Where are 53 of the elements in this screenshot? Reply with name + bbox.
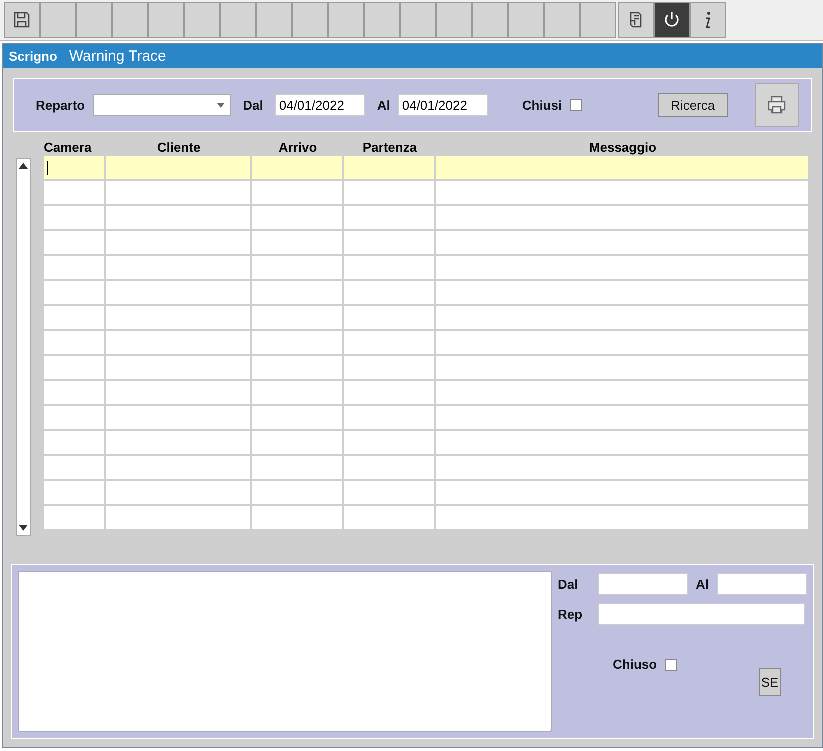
field-label: Rep [558, 606, 584, 622]
date-field[interactable] [717, 573, 807, 595]
toolbar-button[interactable] [184, 2, 220, 38]
scrollbar[interactable] [16, 158, 31, 536]
toolbar-button[interactable] [472, 2, 508, 38]
caret-icon [217, 103, 226, 108]
toolbar-button[interactable] [364, 2, 400, 38]
checkbox[interactable] [570, 99, 582, 111]
printer-icon [767, 96, 788, 114]
arrow-up-icon [19, 163, 28, 169]
print-button[interactable] [755, 83, 800, 127]
document-button[interactable] [618, 2, 654, 38]
toolbar-button[interactable] [436, 2, 472, 38]
power-icon [663, 11, 681, 29]
field-label: Reparto [36, 98, 86, 112]
toolbar-button[interactable] [112, 2, 148, 38]
text-cursor [47, 161, 48, 175]
info-icon [704, 12, 712, 28]
window-title: Warning Trace [69, 48, 166, 64]
reparto-field[interactable] [598, 603, 805, 625]
date-field[interactable] [598, 573, 688, 595]
field-label: Al [377, 98, 390, 112]
column-header: Partenza [362, 140, 418, 154]
date-field[interactable]: 04/01/2022 [398, 94, 488, 116]
brand-logo: Scrigno [9, 48, 58, 64]
message-text-area[interactable] [18, 571, 552, 732]
power-button[interactable] [654, 2, 690, 38]
toolbar-button[interactable] [508, 2, 544, 38]
field-label: Chiuso [613, 657, 658, 672]
toolbar-button[interactable] [544, 2, 580, 38]
save-icon [13, 11, 31, 29]
field-label: Dal [558, 576, 580, 592]
column-header: Cliente [156, 140, 202, 154]
save-button[interactable] [4, 2, 40, 38]
column-header: Camera [44, 140, 93, 154]
field-label: Dal [243, 98, 264, 112]
reparto-dropdown[interactable] [93, 94, 232, 116]
toolbar-button[interactable] [328, 2, 364, 38]
toolbar-button[interactable] [220, 2, 256, 38]
toolbar-button[interactable] [292, 2, 328, 38]
toolbar-button[interactable] [256, 2, 292, 38]
column-header: Messaggio [588, 140, 658, 154]
toolbar-button[interactable] [400, 2, 436, 38]
field-label: Chiusi [522, 98, 562, 112]
toolbar-button[interactable] [76, 2, 112, 38]
search-button[interactable]: Ricerca [658, 93, 728, 117]
arrow-down-icon [19, 525, 28, 531]
checkbox[interactable] [665, 658, 678, 670]
date-field[interactable]: 04/01/2022 [275, 94, 366, 116]
field-label: Al [696, 576, 709, 592]
toolbar-button[interactable] [148, 2, 184, 38]
se-button[interactable]: SE [759, 668, 781, 696]
column-header: Arrivo [278, 140, 318, 154]
